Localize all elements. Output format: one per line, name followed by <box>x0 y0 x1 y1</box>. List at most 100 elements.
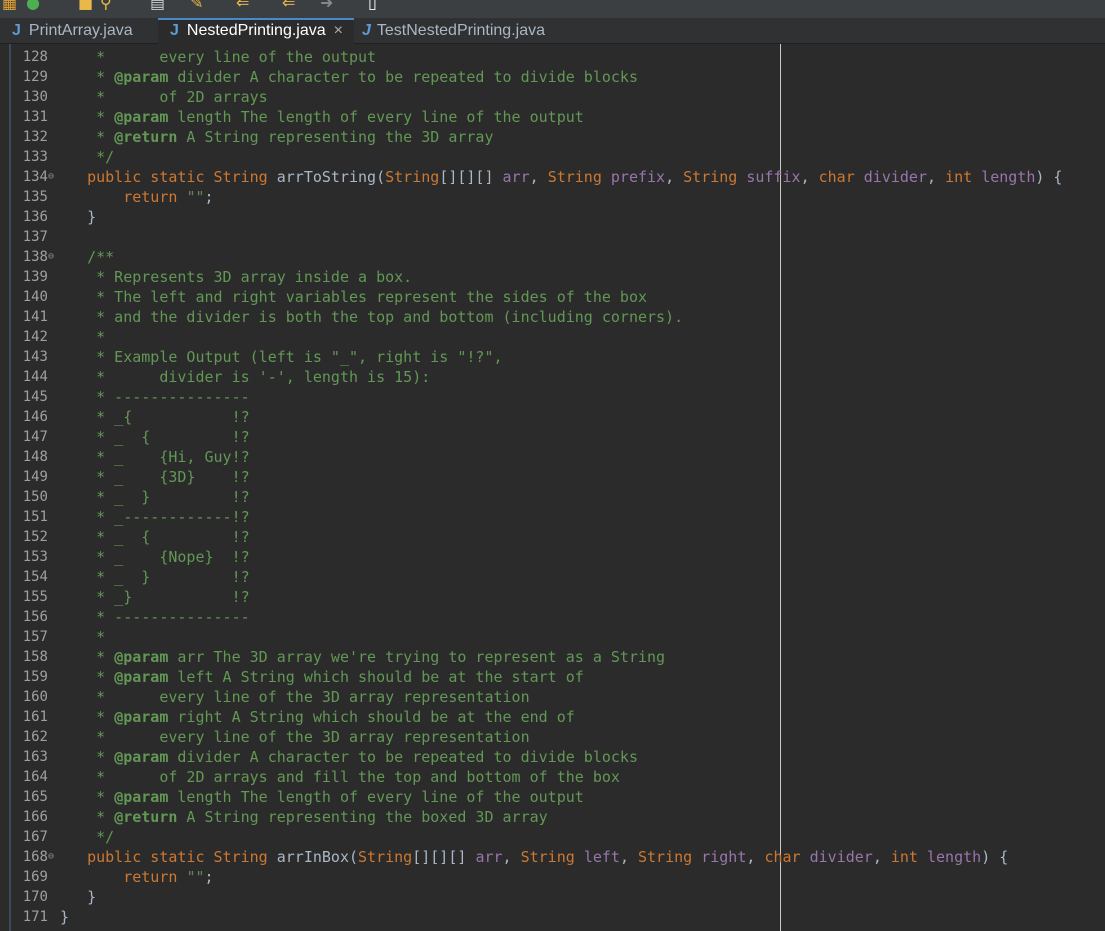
code-line[interactable]: 129 * @param divider A character to be r… <box>0 67 1105 87</box>
code-text: */ <box>60 828 115 846</box>
doc-icon[interactable]: ▤ <box>150 0 165 12</box>
code-line[interactable]: 147 * _ { !? <box>0 427 1105 447</box>
code-line[interactable]: 137 <box>0 227 1105 247</box>
line-number: 137 <box>22 229 48 245</box>
code-line[interactable]: 138 ⊖ /** <box>0 247 1105 267</box>
editor-tabbar: J PrintArray.java J NestedPrinting.java × J… <box>0 18 1105 44</box>
code-line[interactable]: 150 * _ } !? <box>0 487 1105 507</box>
line-number: 141 <box>22 309 48 325</box>
code-text: * every line of the 3D array representat… <box>60 688 530 706</box>
line-number: 129 <box>22 69 48 85</box>
tab-testnestedprinting[interactable]: J TestNestedPrinting.java <box>350 18 570 44</box>
file-icon[interactable]: ▯ <box>368 0 377 12</box>
folder-icon[interactable]: ■ <box>78 0 93 12</box>
code-line[interactable]: 157 * <box>0 627 1105 647</box>
code-line[interactable]: 164 * of 2D arrays and fill the top and … <box>0 767 1105 787</box>
nav-icon[interactable]: ➜ <box>320 0 333 12</box>
code-line[interactable]: 151 * _------------!? <box>0 507 1105 527</box>
code-text: * Represents 3D array inside a box. <box>60 268 413 286</box>
tab-nestedprinting[interactable]: J NestedPrinting.java × <box>158 18 354 44</box>
code-line[interactable]: 169 return ""; <box>0 867 1105 887</box>
code-line[interactable]: 168 ⊖ public static String arrInBox(Strin… <box>0 847 1105 867</box>
code-line[interactable]: 171} <box>0 907 1105 927</box>
edit-icon[interactable]: ✎ <box>190 0 203 12</box>
line-number: 128 <box>22 49 48 65</box>
code-line[interactable]: 148 * _ {Hi, Guy!? <box>0 447 1105 467</box>
code-line[interactable]: 141 * and the divider is both the top an… <box>0 307 1105 327</box>
grid-icon[interactable]: ▦ <box>2 0 17 12</box>
code-line[interactable]: 142 * <box>0 327 1105 347</box>
code-line[interactable]: 131 * @param length The length of every … <box>0 107 1105 127</box>
code-line[interactable]: 170 } <box>0 887 1105 907</box>
code-text: public static String arrToString(String[… <box>60 168 1063 186</box>
forward-icon[interactable]: ⇐ <box>282 0 295 12</box>
code-line[interactable]: 155 * _} !? <box>0 587 1105 607</box>
code-text: * _ {Nope} !? <box>60 548 250 566</box>
code-line[interactable]: 130 * of 2D arrays <box>0 87 1105 107</box>
code-line[interactable]: 140 * The left and right variables repre… <box>0 287 1105 307</box>
code-line[interactable]: 153 * _ {Nope} !? <box>0 547 1105 567</box>
code-line[interactable]: 152 * _ { !? <box>0 527 1105 547</box>
search-icon[interactable]: ⚲ <box>100 0 112 12</box>
code-line[interactable]: 133 */ <box>0 147 1105 167</box>
line-number: 139 <box>22 269 48 285</box>
code-text: public static String arrInBox(String[][]… <box>60 848 1009 866</box>
line-number: 146 <box>22 409 48 425</box>
code-line[interactable]: 154 * _ } !? <box>0 567 1105 587</box>
fold-icon[interactable]: ⊖ <box>48 167 54 187</box>
code-text: * _ {Hi, Guy!? <box>60 448 250 466</box>
line-number: 150 <box>22 489 48 505</box>
code-text: * every line of the 3D array representat… <box>60 728 530 746</box>
run-icon[interactable]: ● <box>26 0 40 12</box>
code-line[interactable]: 146 * _{ !? <box>0 407 1105 427</box>
code-line[interactable]: 143 * Example Output (left is "_", right… <box>0 347 1105 367</box>
code-line[interactable]: 132 * @return A String representing the … <box>0 127 1105 147</box>
line-number: 140 <box>22 289 48 305</box>
code-line[interactable]: 135 return ""; <box>0 187 1105 207</box>
code-line[interactable]: 139 * Represents 3D array inside a box. <box>0 267 1105 287</box>
line-number: 133 <box>22 149 48 165</box>
line-number: 156 <box>22 609 48 625</box>
code-line[interactable]: 134 ⊖ public static String arrToString(St… <box>0 167 1105 187</box>
line-number: 169 <box>22 869 48 885</box>
code-line[interactable]: 167 */ <box>0 827 1105 847</box>
code-line[interactable]: 161 * @param right A String which should… <box>0 707 1105 727</box>
line-number: 138 <box>22 249 48 265</box>
tab-label: NestedPrinting.java <box>186 22 326 39</box>
code-text: * @param length The length of every line… <box>60 108 584 126</box>
line-number: 158 <box>22 649 48 665</box>
code-line[interactable]: 160 * every line of the 3D array represe… <box>0 687 1105 707</box>
code-text: * _------------!? <box>60 508 250 526</box>
code-line[interactable]: 162 * every line of the 3D array represe… <box>0 727 1105 747</box>
code-line[interactable]: 166 * @return A String representing the … <box>0 807 1105 827</box>
line-number: 160 <box>22 689 48 705</box>
code-text: * _ { !? <box>60 528 250 546</box>
line-number: 148 <box>22 449 48 465</box>
code-editor[interactable]: 128 * every line of the output 129 * @par… <box>0 47 1105 927</box>
code-line[interactable]: 158 * @param arr The 3D array we're tryi… <box>0 647 1105 667</box>
code-text: * _} !? <box>60 588 250 606</box>
back-icon[interactable]: ⇐ <box>236 0 249 12</box>
code-line[interactable]: 165 * @param length The length of every … <box>0 787 1105 807</box>
code-text: * @param divider A character to be repea… <box>60 748 638 766</box>
code-line[interactable]: 128 * every line of the output <box>0 47 1105 67</box>
close-icon[interactable]: × <box>334 22 343 39</box>
code-text: * of 2D arrays <box>60 88 268 106</box>
code-line[interactable]: 136 } <box>0 207 1105 227</box>
code-line[interactable]: 144 * divider is '-', length is 15): <box>0 367 1105 387</box>
code-line[interactable]: 163 * @param divider A character to be r… <box>0 747 1105 767</box>
code-text: * _ { !? <box>60 428 250 446</box>
code-line[interactable]: 145 * --------------- <box>0 387 1105 407</box>
tab-printarray[interactable]: J PrintArray.java <box>0 18 152 44</box>
code-line[interactable]: 149 * _ {3D} !? <box>0 467 1105 487</box>
code-text: * --------------- <box>60 608 250 626</box>
code-text: * @return A String representing the boxe… <box>60 808 548 826</box>
code-text: * _ } !? <box>60 488 250 506</box>
line-number: 143 <box>22 349 48 365</box>
fold-icon[interactable]: ⊖ <box>48 847 54 867</box>
code-text: * _ } !? <box>60 568 250 586</box>
code-line[interactable]: 156 * --------------- <box>0 607 1105 627</box>
code-text: * _ {3D} !? <box>60 468 250 486</box>
code-line[interactable]: 159 * @param left A String which should … <box>0 667 1105 687</box>
fold-icon[interactable]: ⊖ <box>48 247 54 267</box>
